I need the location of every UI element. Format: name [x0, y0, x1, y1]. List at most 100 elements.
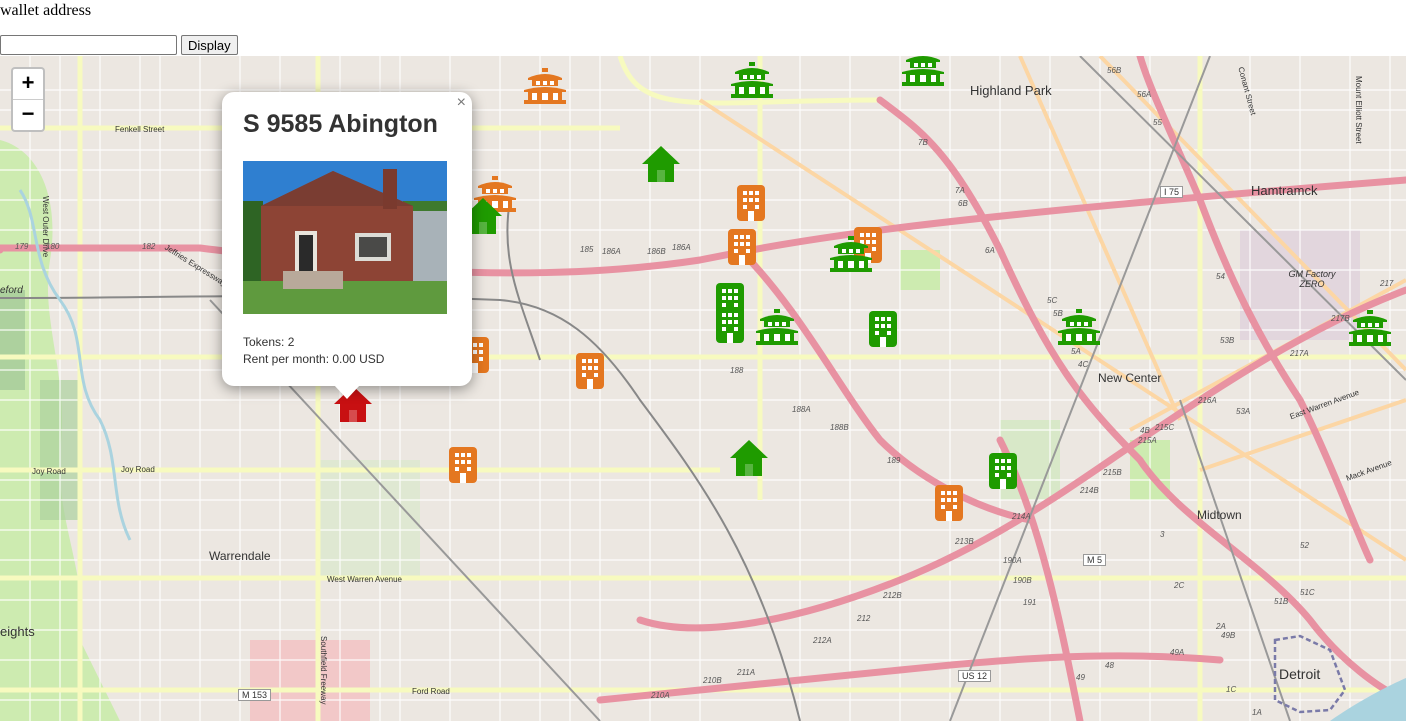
exit-label: 51C — [1300, 588, 1315, 597]
exit-label: 211A — [737, 668, 756, 677]
building-icon — [727, 229, 757, 270]
house-icon — [728, 440, 770, 482]
building-marker[interactable] — [868, 310, 898, 353]
exit-label: 186A — [602, 247, 621, 256]
building-marker[interactable] — [727, 228, 757, 271]
exit-label: 216A — [1198, 396, 1217, 405]
building-icon — [868, 311, 898, 352]
temple-icon — [828, 236, 874, 276]
road-label: West Warren Avenue — [327, 575, 402, 584]
display-button[interactable]: Display — [181, 35, 238, 55]
wallet-address-input[interactable] — [0, 35, 177, 55]
exit-label: 6A — [985, 246, 995, 255]
exit-label: 210A — [651, 691, 670, 700]
house-icon — [640, 146, 682, 188]
building-marker[interactable] — [934, 484, 964, 527]
building-marker[interactable] — [988, 452, 1018, 495]
exit-label: 55 — [1153, 118, 1162, 127]
building-icon — [715, 307, 745, 348]
exit-label: 212 — [857, 614, 871, 623]
exit-label: 189 — [887, 456, 901, 465]
temple-icon — [1347, 310, 1393, 350]
tokens-text: Tokens: 2 — [243, 335, 295, 349]
rent-text: Rent per month: 0.00 USD — [243, 352, 385, 366]
close-icon[interactable]: × — [457, 94, 466, 112]
house-marker[interactable] — [728, 438, 770, 483]
exit-label: 7B — [918, 138, 928, 147]
exit-label: 190B — [1013, 576, 1032, 585]
zoom-control: + − — [11, 67, 45, 132]
exit-label: 179 — [15, 242, 29, 251]
exit-label: 4B — [1140, 426, 1150, 435]
temple-marker[interactable] — [729, 62, 775, 103]
place-label: eights — [0, 624, 35, 639]
temple-icon — [729, 62, 775, 102]
exit-label: 49A — [1170, 648, 1185, 657]
temple-marker[interactable] — [900, 56, 946, 91]
exit-label: 56A — [1137, 90, 1152, 99]
road-label: Joy Road — [121, 465, 155, 474]
zoom-in-button[interactable]: + — [13, 69, 43, 100]
exit-label: 186A — [672, 243, 691, 252]
wallet-address-label: wallet address — [0, 2, 92, 19]
building-icon — [448, 447, 478, 488]
exit-label: 210B — [703, 676, 722, 685]
map-canvas[interactable]: Highland Park Hamtramck New Center Midto… — [0, 56, 1406, 721]
exit-label: 53B — [1220, 336, 1235, 345]
road-shield: I 75 — [1160, 186, 1184, 198]
temple-icon — [754, 309, 800, 349]
road-label: Southfield Freeway — [319, 636, 328, 705]
temple-marker[interactable] — [754, 309, 800, 350]
exit-label: 215B — [1103, 468, 1122, 477]
exit-label: 215C — [1155, 423, 1175, 432]
exit-label: 188 — [730, 366, 744, 375]
exit-label: 48 — [1105, 661, 1114, 670]
exit-label: 212A — [813, 636, 832, 645]
road-label: Ford Road — [412, 687, 450, 696]
road-shield: M 153 — [238, 689, 272, 701]
exit-label: 188B — [830, 423, 849, 432]
exit-label: 53A — [1236, 407, 1251, 416]
house-marker[interactable] — [640, 144, 682, 189]
popup-tip — [334, 385, 360, 399]
exit-label: 6B — [958, 199, 968, 208]
temple-marker[interactable] — [522, 68, 568, 109]
property-photo — [243, 161, 447, 314]
building-marker[interactable] — [736, 184, 766, 227]
exit-label: 51B — [1274, 597, 1289, 606]
building-marker[interactable] — [715, 306, 745, 349]
property-popup: × S 9585 Abington Tokens: 2 Rent per mon… — [222, 92, 472, 399]
map-tiles — [0, 56, 1406, 721]
building-marker[interactable] — [448, 446, 478, 489]
exit-label: 1C — [1226, 685, 1237, 694]
road-shield: US 12 — [958, 670, 992, 682]
exit-label: 215A — [1138, 436, 1157, 445]
exit-label: 217A — [1290, 349, 1309, 358]
temple-marker[interactable] — [828, 236, 874, 277]
temple-icon — [1056, 309, 1102, 349]
building-icon — [736, 185, 766, 226]
exit-label: 49B — [1221, 631, 1236, 640]
temple-marker[interactable] — [1347, 310, 1393, 351]
place-label: New Center — [1098, 371, 1162, 385]
zoom-out-button[interactable]: − — [13, 100, 43, 130]
exit-label: 217 — [1380, 279, 1394, 288]
place-label: eford — [0, 285, 23, 296]
exit-label: 7A — [955, 186, 965, 195]
exit-label: 1A — [1252, 708, 1262, 717]
exit-label: 185 — [580, 245, 594, 254]
place-label: GM Factory ZERO — [1288, 269, 1336, 289]
temple-marker[interactable] — [1056, 309, 1102, 350]
exit-label: 182 — [142, 242, 156, 251]
exit-label: 2A — [1216, 622, 1226, 631]
exit-label: 4C — [1078, 360, 1089, 369]
exit-label: 188A — [792, 405, 811, 414]
exit-label: 49 — [1076, 673, 1085, 682]
exit-label: 3 — [1160, 530, 1165, 539]
building-icon — [575, 353, 605, 394]
building-marker[interactable] — [575, 352, 605, 395]
temple-icon — [900, 56, 946, 90]
road-shield: M 5 — [1083, 554, 1107, 566]
place-label: Warrendale — [209, 549, 271, 563]
house-icon — [332, 386, 374, 428]
